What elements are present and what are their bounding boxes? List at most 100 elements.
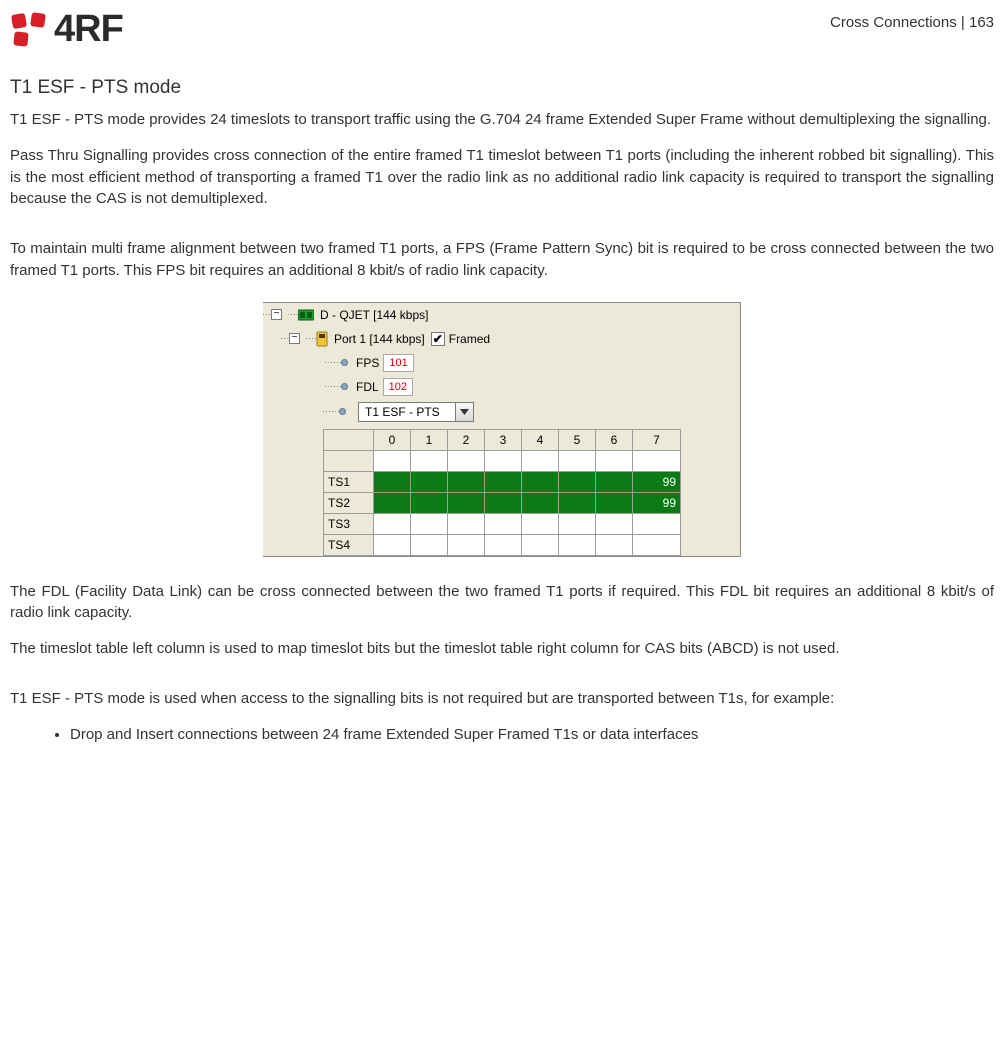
col-header: 0 bbox=[374, 429, 411, 450]
col-header: 5 bbox=[559, 429, 596, 450]
timeslot-cell[interactable] bbox=[596, 471, 633, 492]
col-header: 6 bbox=[596, 429, 633, 450]
fdl-label: FDL bbox=[356, 380, 379, 394]
tree-leaf-fdl: FDL 102 bbox=[263, 375, 740, 399]
timeslot-cell[interactable] bbox=[485, 513, 522, 534]
timeslot-cell[interactable] bbox=[448, 513, 485, 534]
timeslot-cell[interactable] bbox=[485, 450, 522, 471]
timeslot-cell[interactable] bbox=[596, 513, 633, 534]
timeslot-cell[interactable] bbox=[559, 492, 596, 513]
fps-tag[interactable]: 101 bbox=[383, 354, 413, 372]
timeslot-cell[interactable] bbox=[559, 513, 596, 534]
paragraph: The timeslot table left column is used t… bbox=[10, 638, 994, 660]
timeslot-cell[interactable] bbox=[411, 534, 448, 555]
timeslot-table: 0 1 2 3 4 5 6 7 TS1 99 TS2 99 TS3TS4 bbox=[323, 429, 681, 556]
table-row: TS2 99 bbox=[324, 492, 681, 513]
col-header bbox=[324, 429, 374, 450]
table-header-row: 0 1 2 3 4 5 6 7 bbox=[324, 429, 681, 450]
timeslot-cell[interactable] bbox=[448, 471, 485, 492]
section-title: T1 ESF - PTS mode bbox=[10, 77, 994, 99]
brand-logo: 4RF bbox=[10, 8, 123, 51]
table-row: TS3 bbox=[324, 513, 681, 534]
timeslot-cell[interactable] bbox=[596, 450, 633, 471]
page-header: 4RF Cross Connections | 163 bbox=[10, 0, 994, 59]
paragraph: Pass Thru Signalling provides cross conn… bbox=[10, 145, 994, 210]
port-label: Port 1 [144 kbps] bbox=[334, 332, 425, 346]
timeslot-cell[interactable] bbox=[411, 513, 448, 534]
timeslot-cell[interactable] bbox=[374, 471, 411, 492]
timeslot-cell[interactable] bbox=[374, 534, 411, 555]
timeslot-cell[interactable] bbox=[411, 492, 448, 513]
col-header: 3 bbox=[485, 429, 522, 450]
timeslot-cell[interactable] bbox=[559, 534, 596, 555]
timeslot-cell[interactable] bbox=[374, 450, 411, 471]
table-row bbox=[324, 450, 681, 471]
timeslot-cell[interactable] bbox=[633, 534, 681, 555]
timeslot-cell[interactable] bbox=[448, 450, 485, 471]
framed-label: Framed bbox=[449, 332, 490, 346]
col-header: 7 bbox=[633, 429, 681, 450]
col-header: 4 bbox=[522, 429, 559, 450]
col-header: 2 bbox=[448, 429, 485, 450]
timeslot-cell[interactable] bbox=[448, 534, 485, 555]
timeslot-cell[interactable] bbox=[485, 492, 522, 513]
timeslot-cell[interactable]: 99 bbox=[633, 492, 681, 513]
logo-squares-icon bbox=[10, 12, 50, 48]
timeslot-cell[interactable] bbox=[448, 492, 485, 513]
paragraph: T1 ESF - PTS mode provides 24 timeslots … bbox=[10, 109, 994, 131]
timeslot-cell[interactable]: 99 bbox=[633, 471, 681, 492]
row-label: TS2 bbox=[324, 492, 374, 513]
breadcrumb: Cross Connections | 163 bbox=[830, 8, 994, 31]
row-label: TS1 bbox=[324, 471, 374, 492]
timeslot-cell[interactable] bbox=[633, 450, 681, 471]
timeslot-cell[interactable] bbox=[411, 471, 448, 492]
tree-leaf-mode: T1 ESF - PTS bbox=[263, 399, 740, 425]
row-label bbox=[324, 450, 374, 471]
timeslot-cell[interactable] bbox=[374, 492, 411, 513]
timeslot-cell[interactable] bbox=[596, 534, 633, 555]
timeslot-cell[interactable] bbox=[411, 450, 448, 471]
config-tree-panel: − D - QJET [144 kbps] − Port 1 [144 kbps… bbox=[263, 302, 741, 557]
framed-checkbox[interactable]: ✔ bbox=[431, 332, 445, 346]
paragraph: To maintain multi frame alignment betwee… bbox=[10, 238, 994, 282]
timeslot-cell[interactable] bbox=[522, 471, 559, 492]
list-item: Drop and Insert connections between 24 f… bbox=[70, 724, 994, 746]
tree-leaf-fps: FPS 101 bbox=[263, 351, 740, 375]
timeslot-cell[interactable] bbox=[633, 513, 681, 534]
tree-node-device[interactable]: − D - QJET [144 kbps] bbox=[263, 303, 740, 327]
mode-select[interactable]: T1 ESF - PTS bbox=[358, 402, 474, 422]
tree-node-port[interactable]: − Port 1 [144 kbps] ✔ Framed bbox=[263, 327, 740, 351]
port-icon bbox=[316, 331, 328, 347]
table-row: TS4 bbox=[324, 534, 681, 555]
paragraph: T1 ESF - PTS mode is used when access to… bbox=[10, 688, 994, 710]
device-label: D - QJET [144 kbps] bbox=[320, 308, 429, 322]
timeslot-cell[interactable] bbox=[374, 513, 411, 534]
timeslot-cell[interactable] bbox=[596, 492, 633, 513]
fps-label: FPS bbox=[356, 356, 379, 370]
row-label: TS3 bbox=[324, 513, 374, 534]
collapse-icon[interactable]: − bbox=[271, 309, 282, 320]
fdl-tag[interactable]: 102 bbox=[383, 378, 413, 396]
paragraph: The FDL (Facility Data Link) can be cros… bbox=[10, 581, 994, 625]
timeslot-cell[interactable] bbox=[522, 534, 559, 555]
bullet-list: Drop and Insert connections between 24 f… bbox=[10, 724, 994, 746]
timeslot-cell[interactable] bbox=[485, 534, 522, 555]
mode-select-value: T1 ESF - PTS bbox=[359, 403, 455, 421]
config-tree-figure: − D - QJET [144 kbps] − Port 1 [144 kbps… bbox=[10, 302, 994, 557]
row-label: TS4 bbox=[324, 534, 374, 555]
timeslot-cell[interactable] bbox=[522, 450, 559, 471]
timeslot-cell[interactable] bbox=[522, 492, 559, 513]
collapse-icon[interactable]: − bbox=[289, 333, 300, 344]
timeslot-cell[interactable] bbox=[559, 450, 596, 471]
col-header: 1 bbox=[411, 429, 448, 450]
chevron-down-icon[interactable] bbox=[455, 403, 473, 421]
timeslot-cell[interactable] bbox=[522, 513, 559, 534]
timeslot-cell[interactable] bbox=[485, 471, 522, 492]
device-icon bbox=[298, 308, 314, 322]
node-dot-icon bbox=[339, 408, 346, 415]
node-dot-icon bbox=[341, 359, 348, 366]
table-row: TS1 99 bbox=[324, 471, 681, 492]
brand-text: 4RF bbox=[54, 8, 123, 51]
timeslot-cell[interactable] bbox=[559, 471, 596, 492]
node-dot-icon bbox=[341, 383, 348, 390]
